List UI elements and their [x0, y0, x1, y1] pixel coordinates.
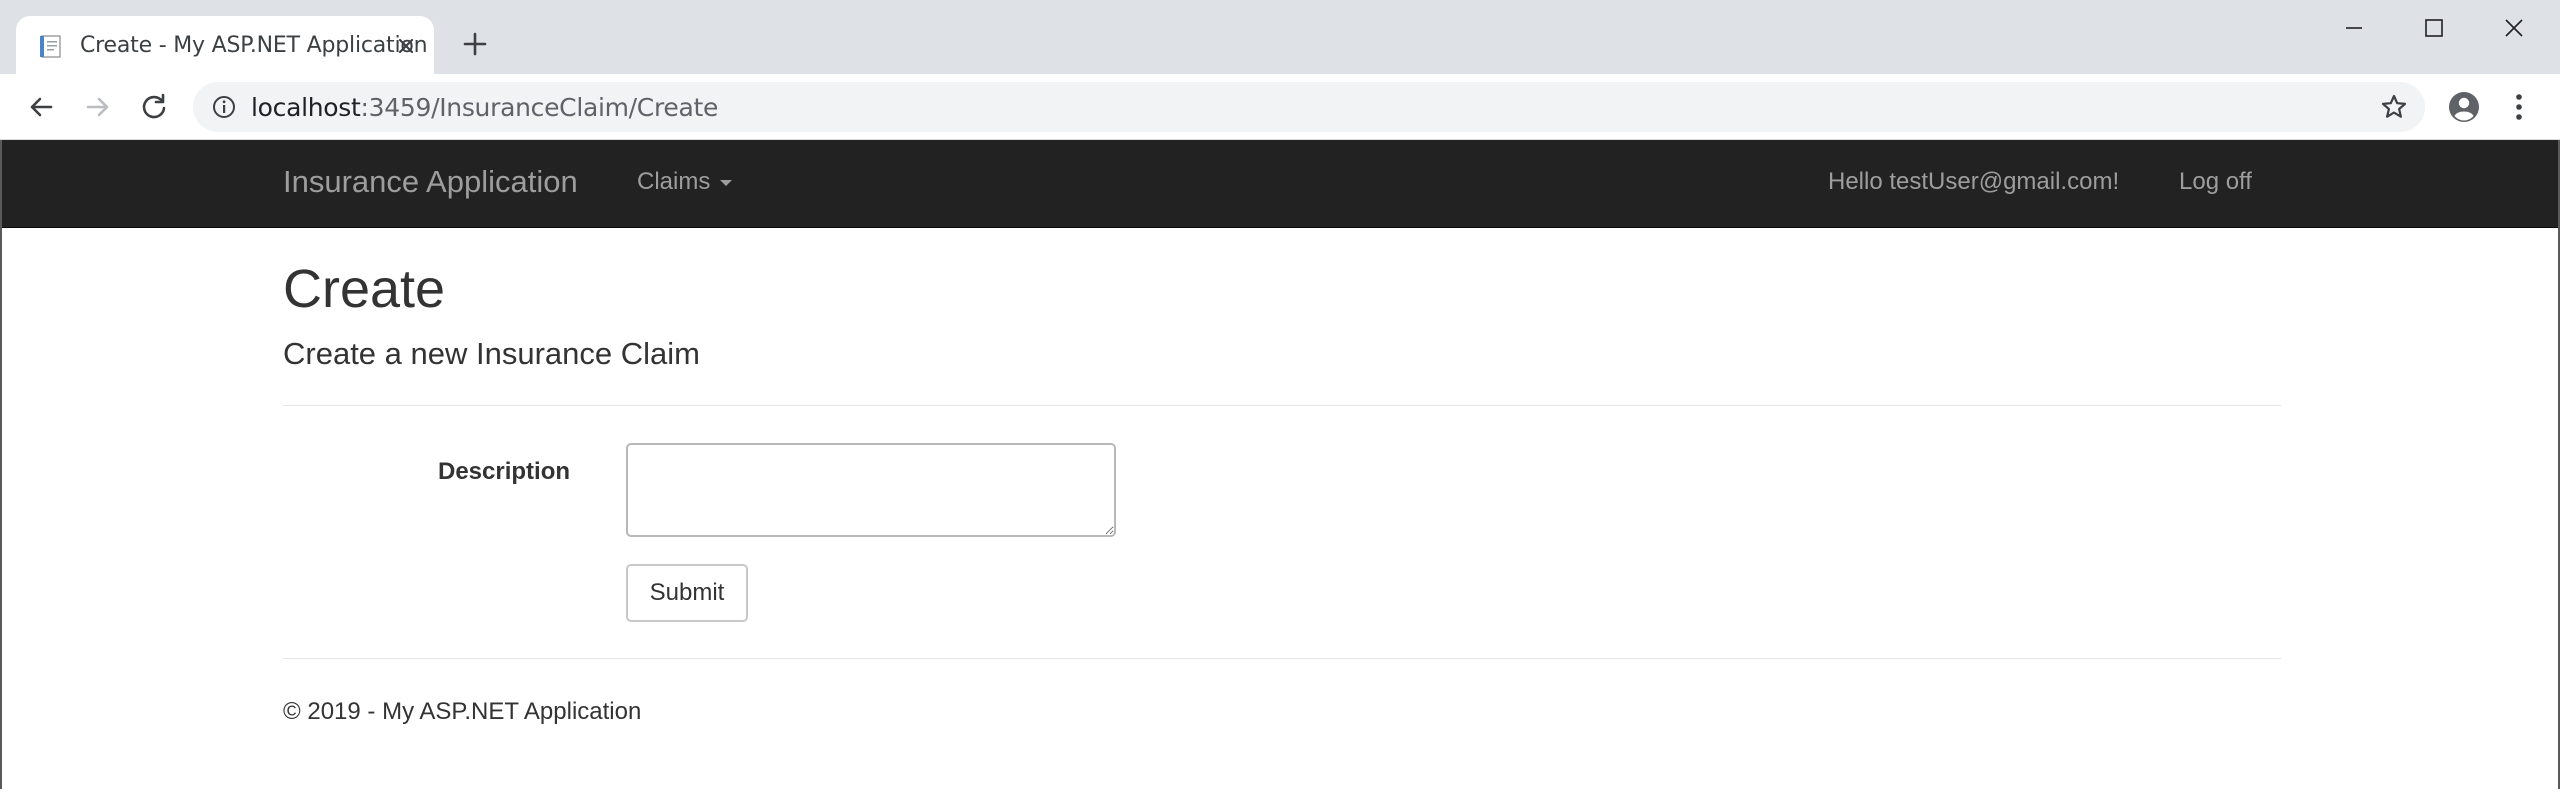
arrow-right-icon[interactable]: [78, 87, 118, 127]
description-input[interactable]: [626, 443, 1116, 537]
address-bar[interactable]: localhost:3459/InsuranceClaim/Create: [193, 82, 2425, 132]
footer-copyright: © 2019 - My ASP.NET Application: [283, 698, 642, 725]
url-text[interactable]: localhost:3459/InsuranceClaim/Create: [251, 93, 718, 122]
browser-toolbar: localhost:3459/InsuranceClaim/Create: [0, 74, 2560, 140]
info-icon[interactable]: [211, 94, 237, 120]
close-icon[interactable]: [390, 30, 422, 62]
claims-label: Claims: [637, 168, 711, 195]
brand-link[interactable]: Insurance Application: [283, 164, 578, 200]
caret-down-icon: [720, 179, 733, 186]
description-label: Description: [438, 458, 571, 485]
reload-icon[interactable]: [134, 87, 174, 127]
plus-icon[interactable]: [458, 27, 492, 61]
page-title: Create: [283, 259, 446, 319]
minimize-icon[interactable]: [2330, 10, 2378, 46]
star-icon[interactable]: [2379, 92, 2409, 122]
close-icon[interactable]: [2490, 10, 2538, 46]
arrow-left-icon[interactable]: [21, 87, 61, 127]
claims-dropdown[interactable]: Claims: [637, 168, 733, 196]
site-navbar: Insurance Application Claims Hello testU…: [2, 140, 2558, 228]
url-host: localhost: [251, 93, 361, 122]
account-icon[interactable]: [2445, 88, 2483, 126]
tab-title: Create - My ASP.NET Application: [80, 33, 428, 58]
maximize-icon[interactable]: [2410, 10, 2458, 46]
logoff-link[interactable]: Log off: [2179, 168, 2252, 196]
page-favicon-icon: [40, 35, 61, 58]
submit-button[interactable]: Submit: [626, 564, 748, 622]
browser-tab-strip: Create - My ASP.NET Application: [0, 0, 2560, 74]
divider: [283, 658, 2281, 659]
browser-tab[interactable]: Create - My ASP.NET Application: [16, 16, 434, 74]
url-path: :3459/InsuranceClaim/Create: [360, 93, 719, 122]
kebab-menu-icon[interactable]: [2504, 88, 2534, 126]
page-subtitle: Create a new Insurance Claim: [283, 336, 700, 371]
user-greeting-link[interactable]: Hello testUser@gmail.com!: [1828, 168, 2119, 196]
page-viewport: Insurance Application Claims Hello testU…: [0, 140, 2560, 789]
divider: [283, 405, 2281, 406]
